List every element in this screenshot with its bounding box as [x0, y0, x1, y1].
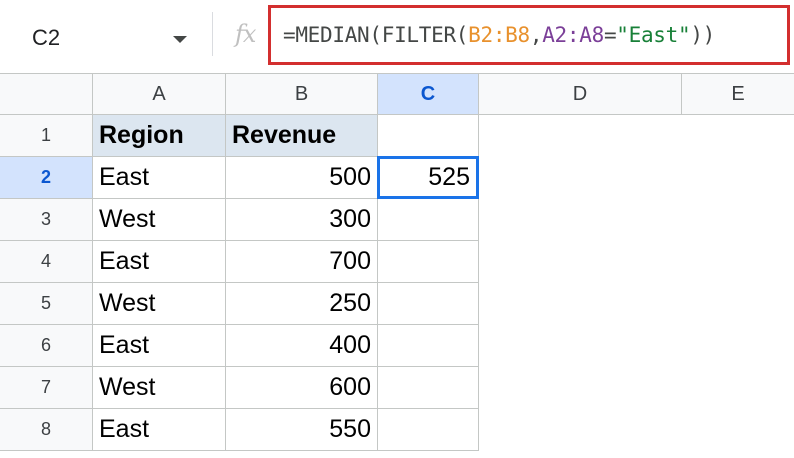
cell-b6[interactable]: 400 [226, 325, 378, 367]
divider [212, 12, 213, 56]
cell-a4[interactable]: East [93, 241, 226, 283]
column-header-c[interactable]: C [378, 73, 479, 115]
cell-c2-active[interactable]: 525 [377, 156, 479, 199]
row-header-8[interactable]: 8 [0, 409, 93, 451]
row-header-6[interactable]: 6 [0, 325, 93, 367]
formula-part: = [603, 23, 617, 47]
cell-b3[interactable]: 300 [226, 199, 378, 241]
cell-b7[interactable]: 600 [226, 367, 378, 409]
cell-c8[interactable] [378, 409, 479, 451]
row-header-7[interactable]: 7 [0, 367, 93, 409]
formula-part: =MEDIAN(FILTER( [283, 23, 469, 47]
cell-a2[interactable]: East [93, 157, 226, 199]
name-box-value: C2 [32, 25, 61, 50]
cell-a3[interactable]: West [93, 199, 226, 241]
cell-c4[interactable] [378, 241, 479, 283]
column-header-e[interactable]: E [682, 73, 794, 115]
column-header-d[interactable]: D [479, 73, 682, 115]
cell-b2[interactable]: 500 [226, 157, 378, 199]
cell-b1[interactable]: Revenue [226, 115, 378, 157]
fx-icon: fx [235, 20, 256, 48]
cell-c7[interactable] [378, 367, 479, 409]
column-header-b[interactable]: B [226, 73, 378, 115]
cell-b5[interactable]: 250 [226, 283, 378, 325]
cell-a5[interactable]: West [93, 283, 226, 325]
cell-c6[interactable] [378, 325, 479, 367]
column-header-a[interactable]: A [93, 73, 226, 115]
formula-bar: C2 fx =MEDIAN(FILTER(B2:B8,A2:A8="East")… [0, 0, 794, 73]
row-header-2[interactable]: 2 [0, 157, 93, 199]
row-header-3[interactable]: 3 [0, 199, 93, 241]
cell-c5[interactable] [378, 283, 479, 325]
formula-input[interactable]: =MEDIAN(FILTER(B2:B8,A2:A8="East")) [268, 5, 790, 65]
row-header-5[interactable]: 5 [0, 283, 93, 325]
chevron-down-icon[interactable] [173, 36, 187, 43]
row-header-1[interactable]: 1 [0, 115, 93, 157]
cell-b8[interactable]: 550 [226, 409, 378, 451]
formula-range-ref: B2:B8 [468, 23, 530, 47]
cell-a8[interactable]: East [93, 409, 226, 451]
formula-part: )) [690, 23, 716, 47]
cell-c1[interactable] [378, 115, 479, 157]
cell-a1[interactable]: Region [93, 115, 226, 157]
select-all-corner[interactable] [0, 73, 93, 115]
cell-b4[interactable]: 700 [226, 241, 378, 283]
formula-text: =MEDIAN(FILTER(B2:B8,A2:A8="East")) [283, 23, 715, 47]
row-header-4[interactable]: 4 [0, 241, 93, 283]
formula-string-literal: "East" [616, 23, 691, 47]
formula-range-ref: A2:A8 [542, 23, 604, 47]
formula-part: , [529, 23, 543, 47]
cell-a7[interactable]: West [93, 367, 226, 409]
name-box[interactable]: C2 [0, 8, 210, 68]
cell-a6[interactable]: East [93, 325, 226, 367]
cell-c3[interactable] [378, 199, 479, 241]
